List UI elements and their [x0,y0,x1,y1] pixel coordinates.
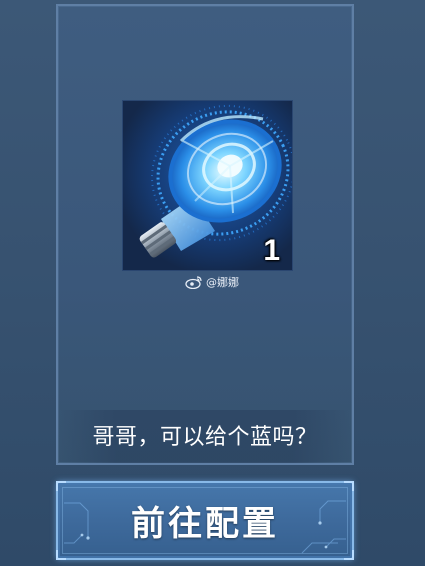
go-configure-label: 前往配置 [131,504,279,544]
item-count: 1 [263,234,280,267]
request-message: 哥哥，可以给个蓝吗？ [92,425,318,450]
watermark: @娜娜 [185,274,239,290]
go-configure-button[interactable]: 前往配置 [56,481,354,560]
item-slot[interactable]: 1 [122,100,293,271]
watermark-text: @娜娜 [206,276,239,289]
weibo-icon [185,275,203,289]
